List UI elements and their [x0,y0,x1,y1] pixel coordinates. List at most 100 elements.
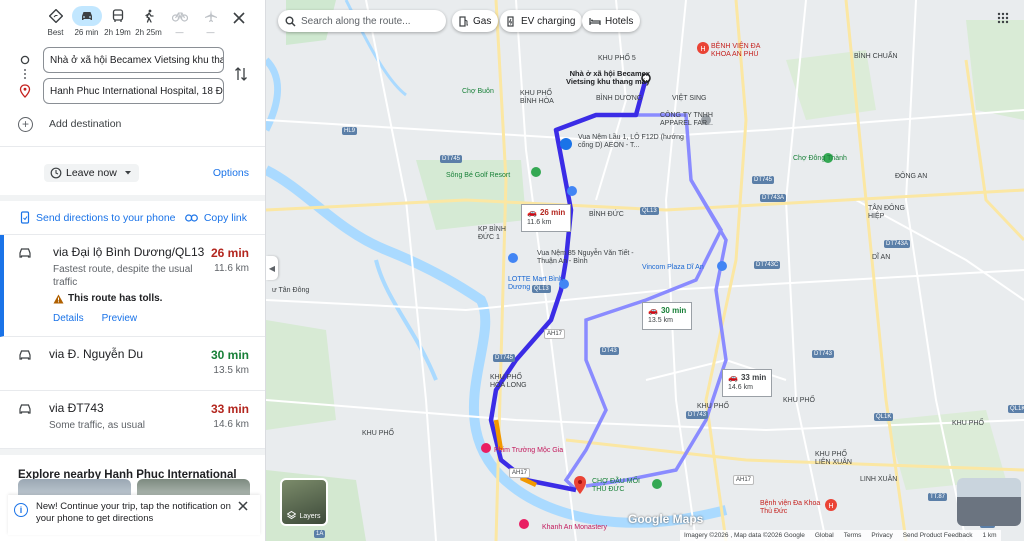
poi-label: Chợ Buôn [462,88,494,95]
leave-now-dropdown[interactable]: Leave now [44,164,139,182]
feedback-link[interactable]: Send Product Feedback [903,532,973,539]
poi-label: BỆNH VIỆN ĐA KHOA AN PHÚ [711,43,761,58]
route-time-box-selected[interactable]: 🚗 26 min 11.6 km [521,204,572,232]
route-option[interactable]: via Đ. Nguyễn Du 30 min 13.5 km [0,337,265,391]
mode-walk[interactable]: 2h 25m [133,6,164,37]
route-box-time: 33 min [740,373,767,382]
imagery-credit: Imagery ©2026 , Map data ©2026 Google [684,532,805,539]
notification-text: New! Continue your trip, tap the notific… [36,501,231,524]
area-label: BÌNH CHUẨN [854,53,898,60]
hotels-label: Hotels [605,15,634,27]
privacy-link[interactable]: Privacy [871,532,892,539]
car-icon [19,350,31,360]
road-shield: DT743C [754,261,781,269]
poi-label: Vincom Plaza Dĩ An [642,264,704,271]
area-label: KP BÌNH ĐỨC 1 [478,226,506,241]
hotels-chip[interactable]: Hotels [582,10,641,32]
close-notification-icon[interactable] [238,501,248,511]
collapse-panel-button[interactable]: ◀ [266,256,278,280]
area-label: ư Tân Đông [272,287,310,294]
area-label: KHU PHỐ [952,420,984,427]
toll-text: This route has tolls. [68,293,163,304]
road-shield: QL13 [640,207,659,215]
road-shield: QL1K [874,413,894,421]
area-label: VIỆT SING [672,95,707,102]
road-shield: AH17 [509,468,531,478]
route-time-box[interactable]: 🚗 33 min 14.6 km [722,369,773,397]
ev-charging-label: EV charging [521,15,576,27]
mode-transit[interactable]: 2h 19m [102,6,133,37]
preview-link[interactable]: Preview [102,313,138,324]
ev-charging-chip[interactable]: EV charging [500,10,583,32]
gas-chip[interactable]: Gas [452,10,499,32]
route-box-distance: 13.5 km [648,317,673,324]
mode-best[interactable]: Best [40,6,71,37]
mode-label: Best [47,28,64,37]
area-label: KHU PHỐ BÌNH HÒA [520,90,554,105]
layers-button[interactable]: Layers [280,478,328,526]
details-link[interactable]: Details [53,313,84,324]
street-view-thumbnail[interactable] [957,478,1021,526]
swap-waypoints-button[interactable] [234,66,248,85]
copy-link-label: Copy link [203,211,247,224]
notification-banner: i New! Continue your trip, tap the notif… [8,495,260,535]
car-icon: 🚗 [728,373,738,382]
route-time: 33 min [210,402,249,416]
car-icon [71,6,102,26]
add-destination-button[interactable]: + Add destination [0,109,265,139]
gas-label: Gas [473,15,492,27]
road-shield: DT745 [493,354,516,362]
copy-link-button[interactable]: Copy link [184,211,247,224]
route-option[interactable]: via Đại lộ Bình Dương/QL13 26 min 11.6 k… [0,235,265,337]
add-icon: + [18,116,33,132]
area-label: KHU PHỐ [362,430,394,437]
search-along-route-input[interactable]: Search along the route... [278,10,446,32]
apps-grid-button[interactable] [997,12,1009,27]
road-shield: DT43 [600,347,619,355]
clock-icon [50,167,62,179]
road-shield: AH17 [544,329,566,339]
destination-pin-icon [19,84,31,98]
mode-flight[interactable]: — [195,6,226,37]
link-icon [184,213,198,222]
close-directions-button[interactable] [229,8,249,28]
route-option[interactable]: via ĐT743 33 min 14.6 km Some traffic, a… [0,391,265,449]
car-icon: 🚗 [648,306,658,315]
terms-link[interactable]: Terms [844,532,862,539]
route-time-box[interactable]: 🚗 30 min 13.5 km [642,302,693,330]
route-actions: Details Preview [53,313,249,336]
car-icon [19,248,31,258]
info-icon: i [14,503,28,517]
layers-label: Layers [299,513,321,520]
mode-drive[interactable]: 26 min [71,6,102,37]
mode-label: 26 min [74,28,99,37]
origin-input[interactable]: Nhà ở xã hội Becamex Vietsing khu thang [43,47,224,73]
mode-bike[interactable]: — [164,6,195,37]
road-shield: DT743 [812,350,835,358]
scale-label: 1 km [982,532,997,539]
send-to-phone-link[interactable]: Send directions to your phone [20,211,176,224]
global-link[interactable]: Global [815,532,834,539]
mode-label: 2h 25m [135,28,162,37]
destination-input[interactable]: Hanh Phuc International Hospital, 18 Đại [43,78,224,104]
area-label: KHU PHỐ [697,403,729,410]
mode-label: — [175,28,184,37]
bed-icon [589,17,601,25]
area-label: BÌNH ĐỨC [589,211,624,218]
gas-pump-icon [459,15,468,27]
options-link[interactable]: Options [213,167,249,179]
origin-circle-icon [20,55,30,65]
road-shield: QL13 [532,285,551,293]
share-row: Send directions to your phone Copy link [0,201,265,235]
mode-label: 2h 19m [104,28,131,37]
poi-label: Chợ Đông Thành [793,155,847,162]
send-to-phone-label: Send directions to your phone [36,211,176,224]
road-shield: AH17 [733,475,755,485]
road-shield: DT743A [760,194,787,202]
caret-down-icon [124,171,131,175]
area-label: KHU PHỐ 5 [598,55,636,62]
waypoint-inputs: Nhà ở xã hội Becamex Vietsing khu thang … [0,47,265,104]
swap-arrows-icon [235,67,247,81]
search-placeholder: Search along the route... [301,15,411,27]
destination-marker[interactable] [574,476,586,494]
